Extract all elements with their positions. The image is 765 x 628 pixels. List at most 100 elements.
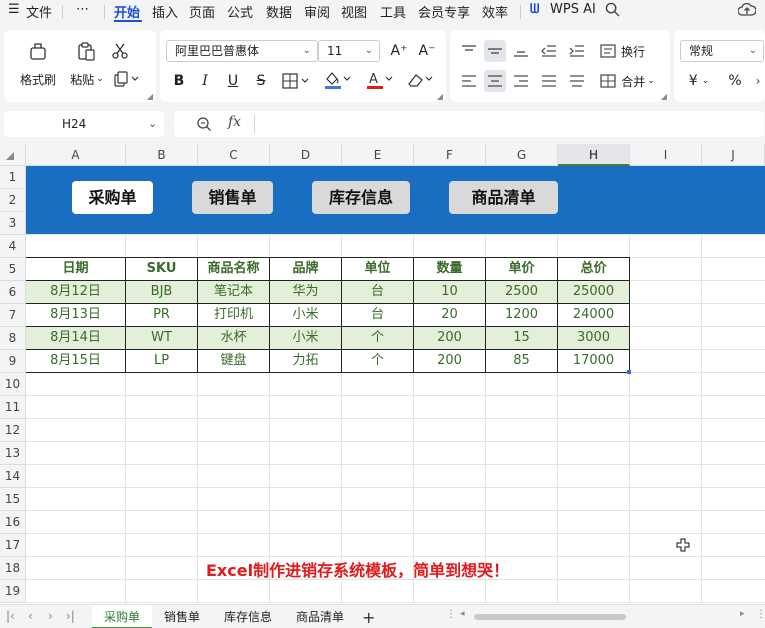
table-cell[interactable]: 台 bbox=[342, 304, 414, 327]
nav-button-3[interactable]: 库存信息 bbox=[312, 181, 410, 214]
horizontal-scrollbar-thumb[interactable] bbox=[474, 614, 626, 620]
row-header-8[interactable]: 8 bbox=[0, 327, 26, 350]
table-cell[interactable]: 个 bbox=[342, 327, 414, 350]
merge-button[interactable]: 合并 ⌄ bbox=[618, 72, 658, 90]
fill-handle[interactable] bbox=[627, 370, 631, 374]
distributed-align-icon[interactable] bbox=[566, 70, 588, 92]
name-box[interactable]: H24 ⌄ bbox=[4, 111, 164, 137]
currency-button[interactable]: ¥ ⌄ bbox=[682, 70, 716, 92]
row-header-13[interactable]: 13 bbox=[0, 442, 26, 465]
paste-button[interactable]: 粘贴 ⌄ bbox=[66, 70, 108, 88]
table-cell[interactable]: 小米 bbox=[270, 327, 342, 350]
font-size-select[interactable]: 11 ⌄ bbox=[318, 40, 380, 62]
formula-input-box[interactable]: fx bbox=[174, 111, 764, 137]
menu-file[interactable]: 文件 bbox=[26, 2, 52, 21]
more-sheets-icon[interactable]: ⋮ bbox=[446, 609, 456, 620]
table-header-cell[interactable]: 单位 bbox=[342, 258, 414, 281]
hamburger-menu-icon[interactable]: ☰ bbox=[8, 2, 20, 17]
font-name-select[interactable]: 阿里巴巴普惠体 ⌄ bbox=[166, 40, 318, 62]
scroll-right-icon[interactable]: ▸ bbox=[740, 609, 745, 619]
align-right-icon[interactable] bbox=[510, 70, 532, 92]
increase-indent-icon[interactable] bbox=[566, 40, 588, 62]
row-header-14[interactable]: 14 bbox=[0, 465, 26, 488]
row-header-1[interactable]: 1 bbox=[0, 166, 26, 189]
shrink-font-button[interactable]: A⁻ bbox=[416, 40, 438, 62]
font-color-icon[interactable]: A bbox=[364, 68, 398, 92]
menu-more[interactable]: ⋯ bbox=[76, 2, 89, 17]
copy-icon[interactable] bbox=[112, 70, 142, 88]
table-cell[interactable]: 17000 bbox=[558, 350, 630, 373]
row-header-6[interactable]: 6 bbox=[0, 281, 26, 304]
table-cell[interactable]: 笔记本 bbox=[198, 281, 270, 304]
eraser-icon[interactable] bbox=[404, 68, 438, 92]
dialog-launcher-icon[interactable]: ◢ bbox=[436, 92, 444, 101]
menu-tab-view[interactable]: 视图 bbox=[341, 2, 367, 21]
nav-button-1[interactable]: 采购单 bbox=[72, 181, 153, 214]
table-header-cell[interactable]: 商品名称 bbox=[198, 258, 270, 281]
row-header-18[interactable]: 18 bbox=[0, 557, 26, 580]
table-cell[interactable]: 打印机 bbox=[198, 304, 270, 327]
table-cell[interactable]: 3000 bbox=[558, 327, 630, 350]
table-header-cell[interactable]: 总价 bbox=[558, 258, 630, 281]
sheet-tab-3[interactable]: 库存信息 bbox=[212, 605, 284, 628]
next-sheet-icon[interactable]: › bbox=[48, 609, 53, 623]
column-header-i[interactable]: I bbox=[630, 144, 702, 166]
table-cell[interactable]: BJB bbox=[126, 281, 198, 304]
cloud-sync-icon[interactable] bbox=[737, 2, 757, 21]
table-cell[interactable]: 24000 bbox=[558, 304, 630, 327]
column-header-g[interactable]: G bbox=[486, 144, 558, 166]
align-left-icon[interactable] bbox=[458, 70, 480, 92]
decrease-indent-icon[interactable] bbox=[538, 40, 560, 62]
add-sheet-icon[interactable]: + bbox=[362, 608, 375, 627]
row-header-15[interactable]: 15 bbox=[0, 488, 26, 511]
wrap-text-button[interactable]: 换行 bbox=[618, 42, 648, 60]
sheet-tab-1[interactable]: 采购单 bbox=[92, 605, 152, 628]
table-cell[interactable]: 8月13日 bbox=[26, 304, 126, 327]
scroll-left-icon[interactable]: ◂ bbox=[460, 609, 465, 619]
table-header-cell[interactable]: 单价 bbox=[486, 258, 558, 281]
justify-icon[interactable] bbox=[538, 70, 560, 92]
table-cell[interactable]: 华为 bbox=[270, 281, 342, 304]
scissors-icon[interactable] bbox=[110, 40, 130, 62]
menu-tab-tools[interactable]: 工具 bbox=[380, 2, 406, 21]
column-header-d[interactable]: D bbox=[270, 144, 342, 166]
table-cell[interactable]: 水杯 bbox=[198, 327, 270, 350]
menu-tab-page[interactable]: 页面 bbox=[189, 2, 215, 21]
sheet-tab-4[interactable]: 商品清单 bbox=[284, 605, 356, 628]
row-header-19[interactable]: 19 bbox=[0, 580, 26, 603]
prev-sheet-icon[interactable]: ‹ bbox=[28, 609, 33, 623]
nav-button-4[interactable]: 商品清单 bbox=[449, 181, 558, 214]
table-cell[interactable]: 25000 bbox=[558, 281, 630, 304]
table-cell[interactable]: 台 bbox=[342, 281, 414, 304]
grow-font-button[interactable]: A⁺ bbox=[388, 40, 410, 62]
row-header-5[interactable]: 5 bbox=[0, 258, 26, 281]
table-cell[interactable]: 200 bbox=[414, 327, 486, 350]
row-header-7[interactable]: 7 bbox=[0, 304, 26, 327]
row-header-9[interactable]: 9 bbox=[0, 350, 26, 373]
column-header-h[interactable]: H bbox=[558, 144, 630, 166]
table-cell[interactable]: 200 bbox=[414, 350, 486, 373]
dialog-launcher-icon[interactable]: ◢ bbox=[146, 92, 154, 101]
column-header-e[interactable]: E bbox=[342, 144, 414, 166]
italic-button[interactable]: I bbox=[194, 70, 216, 92]
row-header-4[interactable]: 4 bbox=[0, 235, 26, 258]
align-bottom-icon[interactable] bbox=[510, 40, 532, 62]
nav-button-2[interactable]: 销售单 bbox=[192, 181, 273, 214]
table-cell[interactable]: LP bbox=[126, 350, 198, 373]
search-icon[interactable] bbox=[605, 2, 620, 21]
table-cell[interactable]: 个 bbox=[342, 350, 414, 373]
format-painter-button[interactable]: 格式刷 bbox=[16, 70, 60, 88]
table-cell[interactable]: 15 bbox=[486, 327, 558, 350]
row-header-11[interactable]: 11 bbox=[0, 396, 26, 419]
menu-tab-efficiency[interactable]: 效率 bbox=[482, 2, 508, 21]
zoom-formula-icon[interactable] bbox=[196, 116, 212, 135]
table-header-cell[interactable]: SKU bbox=[126, 258, 198, 281]
row-header-3[interactable]: 3 bbox=[0, 212, 26, 235]
menu-tab-insert[interactable]: 插入 bbox=[152, 2, 178, 21]
number-more-icon[interactable]: › bbox=[752, 74, 764, 88]
row-header-2[interactable]: 2 bbox=[0, 189, 26, 212]
table-cell[interactable]: 力拓 bbox=[270, 350, 342, 373]
table-cell[interactable]: 1200 bbox=[486, 304, 558, 327]
table-cell[interactable]: 20 bbox=[414, 304, 486, 327]
column-header-a[interactable]: A bbox=[26, 144, 126, 166]
